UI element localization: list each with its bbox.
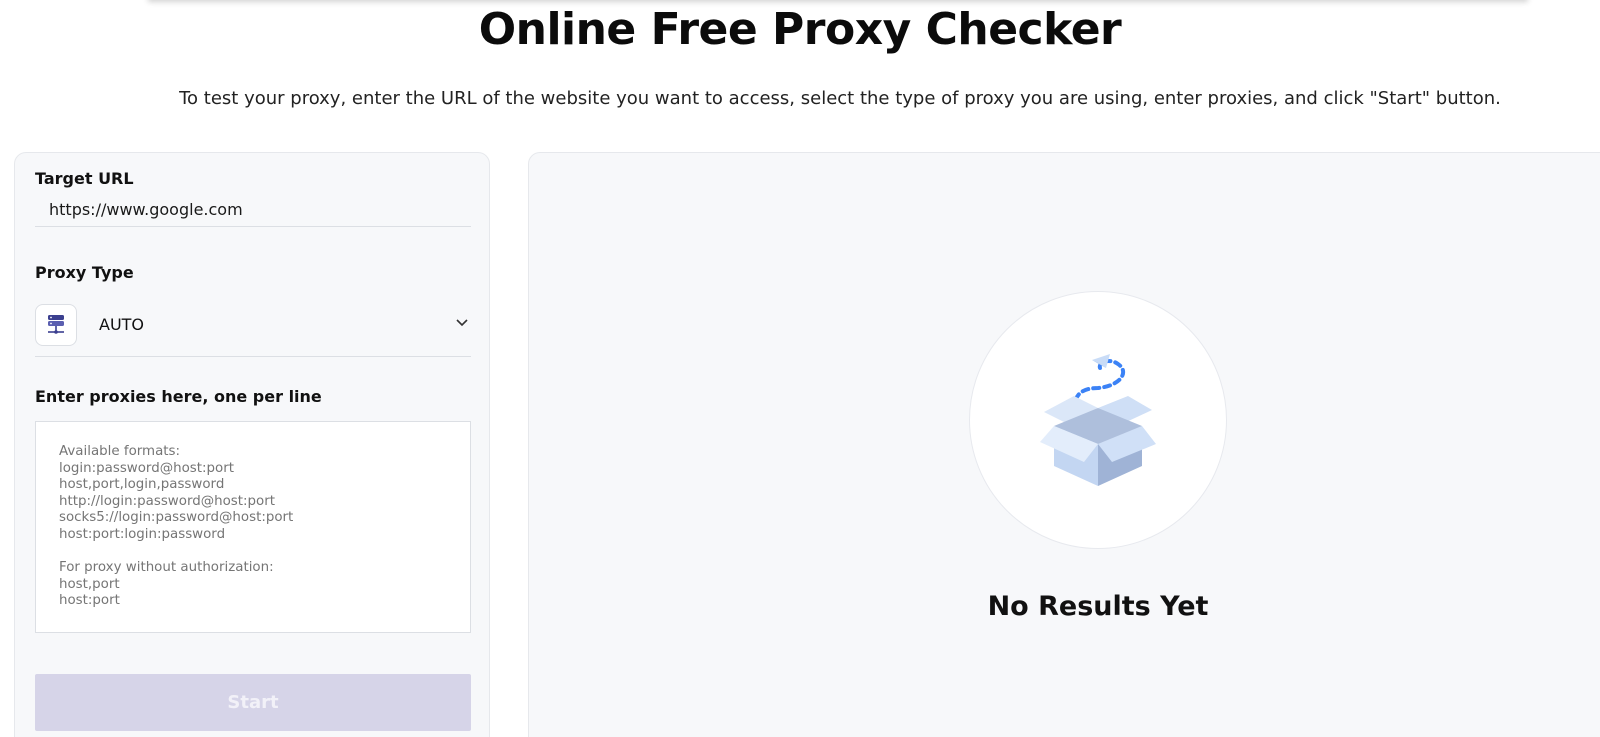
target-url-label: Target URL [35, 169, 134, 188]
proxy-type-value: AUTO [99, 315, 145, 334]
results-panel: No Results Yet [528, 152, 1600, 737]
page-subtitle: To test your proxy, enter the URL of the… [179, 88, 1501, 109]
start-button[interactable]: Start [35, 674, 471, 731]
proxy-type-label: Proxy Type [35, 263, 134, 282]
empty-state-circle [969, 291, 1227, 549]
open-box-illustration [1040, 354, 1156, 486]
proxies-label: Enter proxies here, one per line [35, 387, 322, 406]
proxy-type-select[interactable]: AUTO [35, 299, 471, 357]
empty-state-title: No Results Yet [987, 591, 1209, 622]
page-title: Online Free Proxy Checker [478, 4, 1122, 55]
proxies-textarea[interactable] [35, 421, 471, 633]
target-url-input[interactable] [35, 193, 471, 227]
chevron-down-icon [455, 315, 469, 331]
server-network-icon [35, 303, 77, 346]
proxy-form-panel: Target URL Proxy Type AUTO Enter proxies… [14, 152, 490, 737]
